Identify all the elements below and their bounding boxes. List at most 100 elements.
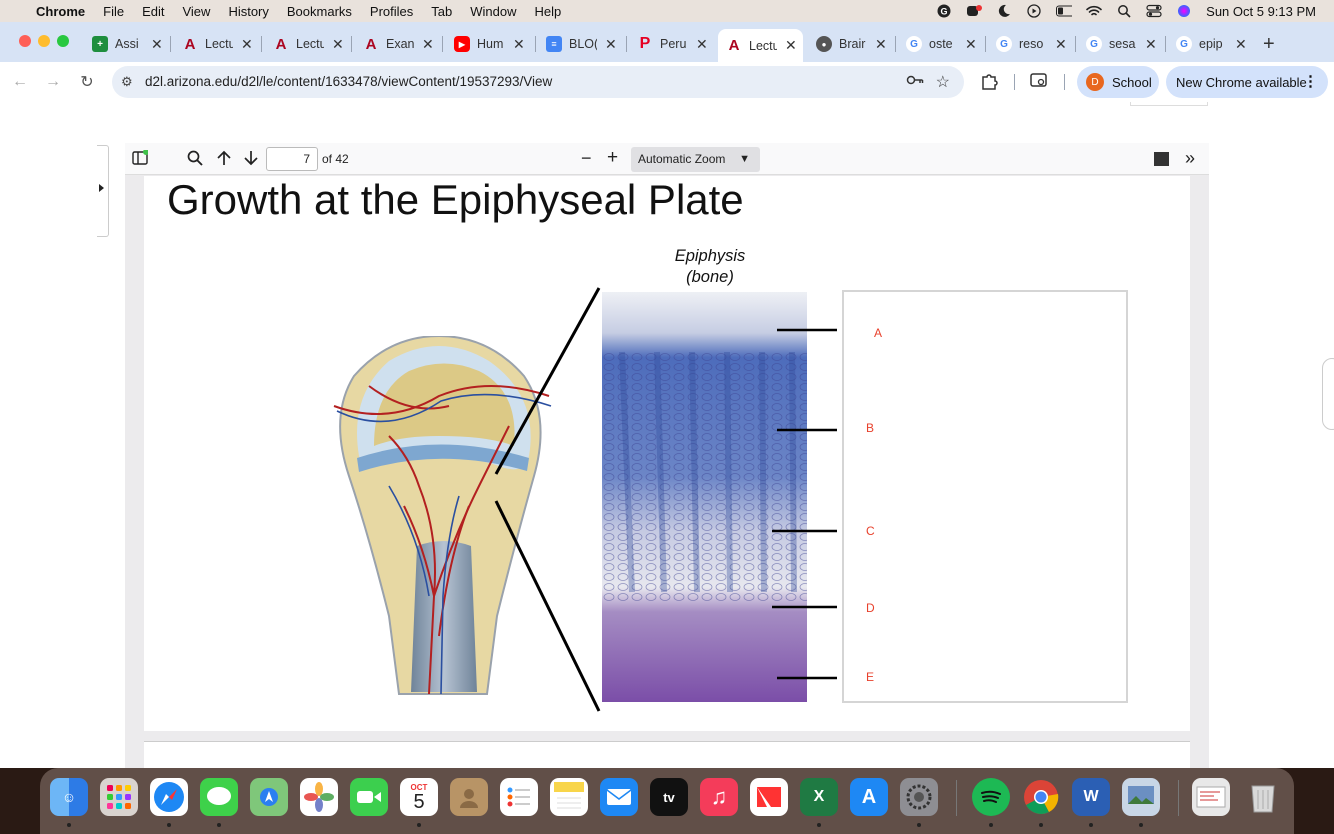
trash-icon[interactable] [1244, 778, 1282, 816]
right-edge-handle[interactable] [1322, 358, 1334, 430]
close-tab-icon[interactable]: ✕ [513, 36, 525, 53]
tab-google-osteo[interactable]: G oste ✕ [906, 29, 977, 59]
update-chrome-button[interactable]: New Chrome available ⋮ [1166, 66, 1328, 98]
minimize-window-button[interactable] [38, 35, 50, 47]
next-page-down-arrow-icon[interactable] [243, 150, 259, 170]
google-icon: G [996, 36, 1012, 52]
new-tab-plus-icon[interactable]: + [1263, 29, 1275, 59]
close-tab-icon[interactable]: ✕ [696, 36, 708, 53]
tab-lecture-2[interactable]: A Lectu ✕ [273, 29, 344, 59]
menu-bookmarks[interactable]: Bookmarks [287, 4, 352, 19]
close-tab-icon[interactable]: ✕ [422, 36, 434, 53]
excel-icon[interactable]: X [800, 778, 838, 816]
sidebar-toggle-icon[interactable] [132, 149, 149, 170]
mail-icon[interactable] [600, 778, 638, 816]
control-center-icon[interactable] [1146, 4, 1162, 18]
menu-file[interactable]: File [103, 4, 124, 19]
siri-icon[interactable] [1176, 4, 1192, 18]
spotlight-search-icon[interactable] [1116, 4, 1132, 18]
tab-youtube[interactable]: ▶ Hum ✕ [454, 29, 525, 59]
system-settings-gear-icon[interactable] [900, 778, 938, 816]
menu-edit[interactable]: Edit [142, 4, 164, 19]
close-tab-icon[interactable]: ✕ [605, 36, 617, 53]
tab-google-epiphyseal[interactable]: G epip ✕ [1176, 29, 1247, 59]
messages-icon[interactable] [200, 778, 238, 816]
menu-profiles[interactable]: Profiles [370, 4, 413, 19]
preview-icon[interactable] [1122, 778, 1160, 816]
close-tab-icon[interactable]: ✕ [1055, 36, 1067, 53]
tab-search-icon[interactable] [1030, 72, 1048, 92]
contacts-icon[interactable] [450, 778, 488, 816]
finder-icon[interactable]: ☺ [50, 778, 88, 816]
more-menu-icon[interactable]: ⋮ [1303, 72, 1318, 90]
menu-history[interactable]: History [228, 4, 268, 19]
close-tab-icon[interactable]: ✕ [1235, 36, 1247, 53]
tab-google-sesamoid[interactable]: G sesa ✕ [1086, 29, 1157, 59]
app-store-icon[interactable]: A [850, 778, 888, 816]
zoom-out-minus-icon[interactable]: − [581, 148, 592, 169]
site-settings-icon[interactable]: ⚙ [121, 74, 133, 90]
close-tab-icon[interactable]: ✕ [875, 36, 887, 53]
previous-page-up-arrow-icon[interactable] [216, 150, 232, 170]
facetime-icon[interactable] [350, 778, 388, 816]
url-text[interactable]: d2l.arizona.edu/d2l/le/content/1633478/v… [145, 74, 552, 89]
close-window-button[interactable] [19, 35, 31, 47]
calendar-icon[interactable]: OCT 5 [400, 778, 438, 816]
news-icon[interactable] [750, 778, 788, 816]
tab-pinterest[interactable]: P Peru ✕ [637, 29, 708, 59]
extensions-puzzle-icon[interactable] [980, 72, 998, 94]
menu-tab[interactable]: Tab [431, 4, 452, 19]
zoom-in-plus-icon[interactable]: + [607, 147, 618, 169]
page-number-input[interactable]: 7 [266, 147, 318, 171]
music-icon[interactable]: ♫ [700, 778, 738, 816]
close-tab-icon[interactable]: ✕ [1145, 36, 1157, 53]
chrome-icon[interactable] [1022, 778, 1060, 816]
forward-arrow-icon[interactable]: → [41, 70, 65, 94]
focus-moon-icon[interactable] [996, 4, 1012, 18]
tab-exam[interactable]: A Exan ✕ [363, 29, 434, 59]
tab-lecture-active[interactable]: A Lectu ✕ [718, 29, 803, 62]
menu-app-name[interactable]: Chrome [36, 4, 85, 19]
safari-icon[interactable] [150, 778, 188, 816]
tab-google-docs[interactable]: ≡ BLO( ✕ [546, 29, 617, 59]
close-tab-icon[interactable]: ✕ [151, 36, 163, 53]
tab-lecture-1[interactable]: A Lectu ✕ [182, 29, 253, 59]
now-playing-icon[interactable] [1026, 4, 1042, 18]
launchpad-icon[interactable] [100, 778, 138, 816]
battery-icon[interactable] [1056, 4, 1073, 18]
close-tab-icon[interactable]: ✕ [965, 36, 977, 53]
maps-icon[interactable] [250, 778, 288, 816]
reminders-icon[interactable] [500, 778, 538, 816]
clock-datetime[interactable]: Sun Oct 5 9:13 PM [1206, 4, 1316, 19]
presentation-mode-icon[interactable] [1154, 152, 1169, 170]
close-tab-icon[interactable]: ✕ [785, 37, 797, 54]
tab-assignment[interactable]: + Assi ✕ [92, 29, 163, 59]
menu-view[interactable]: View [182, 4, 210, 19]
word-icon[interactable]: W [1072, 778, 1110, 816]
close-tab-icon[interactable]: ✕ [332, 36, 344, 53]
reload-icon[interactable]: ↻ [75, 70, 99, 94]
photos-icon[interactable] [300, 778, 338, 816]
wifi-icon[interactable] [1086, 4, 1102, 18]
spotify-icon[interactable] [972, 778, 1010, 816]
tab-google-resorption[interactable]: G reso ✕ [996, 29, 1067, 59]
menu-help[interactable]: Help [535, 4, 562, 19]
find-search-icon[interactable] [187, 150, 203, 170]
back-arrow-icon[interactable]: ← [8, 70, 32, 94]
tools-double-chevron-icon[interactable]: » [1185, 148, 1195, 169]
apple-tv-icon[interactable]: tv [650, 778, 688, 816]
profile-button[interactable]: D School [1077, 66, 1159, 98]
notification-app-icon[interactable] [966, 4, 983, 18]
password-key-icon[interactable] [906, 73, 924, 89]
grammarly-icon[interactable]: G [936, 4, 952, 18]
menu-window[interactable]: Window [470, 4, 516, 19]
address-bar[interactable]: ⚙ d2l.arizona.edu/d2l/le/content/1633478… [112, 66, 964, 98]
side-panel-toggle[interactable] [97, 145, 109, 237]
notes-icon[interactable] [550, 778, 588, 816]
zoom-window-button[interactable] [57, 35, 69, 47]
downloads-stack-icon[interactable] [1192, 778, 1230, 816]
bookmark-star-icon[interactable]: ☆ [936, 72, 950, 92]
close-tab-icon[interactable]: ✕ [241, 36, 253, 53]
tab-brainly[interactable]: ● Brair ✕ [816, 29, 887, 59]
zoom-select[interactable]: Automatic Zoom ▼ [631, 147, 760, 172]
